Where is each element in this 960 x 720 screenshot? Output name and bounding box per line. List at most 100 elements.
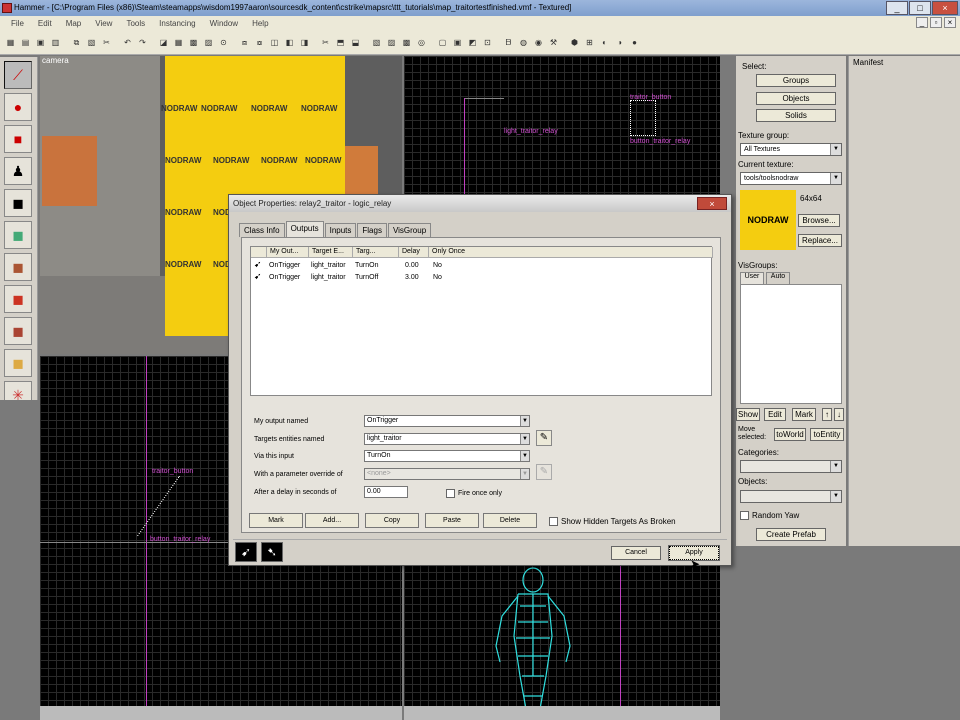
- replace-button[interactable]: Replace...: [798, 234, 842, 247]
- objects-select[interactable]: ▼: [740, 490, 842, 503]
- tab-class-info[interactable]: Class Info: [239, 223, 285, 237]
- menu-window[interactable]: Window: [203, 19, 245, 28]
- select-solids-button[interactable]: Solids: [756, 109, 836, 122]
- toolbar-hatch2-icon[interactable]: ▨: [385, 36, 398, 50]
- mark-button[interactable]: Mark: [249, 513, 303, 528]
- block-tool-icon[interactable]: ◼: [4, 189, 32, 217]
- camera-viewport-label[interactable]: camera: [42, 56, 69, 65]
- col-target-entity[interactable]: Target E...: [309, 247, 353, 258]
- parameter-select[interactable]: <none> ▼: [364, 468, 530, 480]
- group-icon[interactable]: ⧈: [238, 36, 251, 50]
- toolbar-select-icon[interactable]: ▣: [451, 36, 464, 50]
- select-groups-button[interactable]: Groups: [756, 74, 836, 87]
- col-target-input[interactable]: Targ...: [353, 247, 399, 258]
- copy-icon[interactable]: ⧉: [70, 36, 83, 50]
- add-button[interactable]: Add...: [305, 513, 359, 528]
- toolbar-circle-icon[interactable]: ◎: [415, 36, 428, 50]
- paste-icon[interactable]: ▧: [85, 36, 98, 50]
- toolbar-vm-icon[interactable]: ◑: [613, 36, 626, 50]
- toggle-groups-icon[interactable]: ◨: [298, 36, 311, 50]
- menu-view[interactable]: View: [88, 19, 119, 28]
- toolbar-hatch3-icon[interactable]: ▩: [400, 36, 413, 50]
- visgroups-tab-auto[interactable]: Auto: [766, 272, 790, 284]
- toolbar-run-icon[interactable]: ●: [628, 36, 641, 50]
- dialog-title-bar[interactable]: Object Properties: relay2_traitor - logi…: [229, 195, 731, 212]
- ungroup-icon[interactable]: ⧇: [253, 36, 266, 50]
- to-entity-button[interactable]: toEntity: [810, 428, 844, 441]
- toolbar-cube-icon[interactable]: ⬢: [568, 36, 581, 50]
- toolbar-entity-icon[interactable]: ◉: [532, 36, 545, 50]
- toolbar-world-icon[interactable]: ◍: [517, 36, 530, 50]
- my-output-select[interactable]: OnTrigger ▼: [364, 415, 530, 427]
- menu-map[interactable]: Map: [59, 19, 89, 28]
- tab-visgroup[interactable]: VisGroup: [387, 223, 432, 237]
- close-button[interactable]: ×: [932, 1, 958, 15]
- selection-tool-icon[interactable]: ⟋: [4, 61, 32, 89]
- table-row[interactable]: ➹ OnTrigger light_traitor TurnOff 3.00 N…: [251, 272, 711, 283]
- mdi-restore-button[interactable]: ▫: [930, 17, 942, 28]
- texture-tool-icon[interactable]: ◼: [4, 221, 32, 249]
- run-map-icon[interactable]: ▥: [49, 36, 62, 50]
- col-only-once[interactable]: Only Once: [429, 247, 713, 258]
- input-arrow-icon[interactable]: ➷: [261, 542, 283, 562]
- visgroups-list[interactable]: [740, 284, 842, 404]
- create-prefab-button[interactable]: Create Prefab: [756, 528, 826, 541]
- open-map-icon[interactable]: ▤: [19, 36, 32, 50]
- current-texture-select[interactable]: tools/toolsnodraw ▼: [740, 172, 842, 185]
- show-hidden-checkbox[interactable]: [549, 517, 558, 526]
- visgroup-show-button[interactable]: Show: [736, 408, 760, 421]
- cancel-button[interactable]: Cancel: [611, 546, 661, 560]
- output-arrow-icon[interactable]: ➹: [235, 542, 257, 562]
- entity-tool-icon[interactable]: ♟: [4, 157, 32, 185]
- grid-larger-icon[interactable]: ▨: [202, 36, 215, 50]
- new-map-icon[interactable]: ▦: [4, 36, 17, 50]
- visgroup-down-button[interactable]: ↓: [834, 408, 844, 421]
- toolbar-box-icon[interactable]: ▢: [436, 36, 449, 50]
- maximize-button[interactable]: □: [909, 1, 931, 15]
- random-yaw-checkbox[interactable]: [740, 511, 749, 520]
- col-delay[interactable]: Delay: [399, 247, 429, 258]
- texture-preview[interactable]: NODRAW: [740, 190, 796, 250]
- carve-icon[interactable]: ◪: [157, 36, 170, 50]
- toolbar-lock-icon[interactable]: ⊡: [481, 36, 494, 50]
- hide-icon[interactable]: ◫: [268, 36, 281, 50]
- snap-icon[interactable]: ⊙: [217, 36, 230, 50]
- cut-selection-icon[interactable]: ✂: [319, 36, 332, 50]
- brush-icon[interactable]: ⬒: [334, 36, 347, 50]
- tab-flags[interactable]: Flags: [357, 223, 387, 237]
- col-my-output[interactable]: My Out...: [267, 247, 309, 258]
- overlay-tool-icon[interactable]: ◼: [4, 317, 32, 345]
- browse-button[interactable]: Browse...: [798, 214, 840, 227]
- grid-icon[interactable]: ▦: [172, 36, 185, 50]
- visgroups-tab-user[interactable]: User: [740, 272, 764, 284]
- outputs-table[interactable]: My Out... Target E... Targ... Delay Only…: [250, 246, 713, 396]
- visgroup-edit-button[interactable]: Edit: [764, 408, 786, 421]
- toolbar-b-icon[interactable]: ᗷ: [502, 36, 515, 50]
- table-row[interactable]: ➹ OnTrigger light_traitor TurnOn 0.00 No: [251, 260, 711, 271]
- grid-smaller-icon[interactable]: ▩: [187, 36, 200, 50]
- fire-once-checkbox[interactable]: [446, 489, 455, 498]
- parameter-eyedropper-icon[interactable]: ✎: [536, 464, 552, 480]
- tab-inputs[interactable]: Inputs: [324, 223, 357, 237]
- toolbar-cordon-icon[interactable]: ⊞: [583, 36, 596, 50]
- copy-button[interactable]: Copy: [365, 513, 419, 528]
- undo-icon[interactable]: ↶: [121, 36, 134, 50]
- unhide-icon[interactable]: ◧: [283, 36, 296, 50]
- minimize-button[interactable]: _: [886, 1, 908, 15]
- via-input-select[interactable]: TurnOn ▼: [364, 450, 530, 462]
- menu-help[interactable]: Help: [245, 19, 275, 28]
- menu-tools[interactable]: Tools: [119, 19, 152, 28]
- menu-instancing[interactable]: Instancing: [152, 19, 202, 28]
- toolbar-face-icon[interactable]: ◩: [466, 36, 479, 50]
- camera-tool-icon[interactable]: ■: [4, 125, 32, 153]
- mdi-close-button[interactable]: ×: [944, 17, 956, 28]
- eyedropper-icon[interactable]: ✎: [536, 430, 552, 446]
- texture-lock-icon[interactable]: ⬓: [349, 36, 362, 50]
- delay-input[interactable]: 0.00: [364, 486, 408, 498]
- save-map-icon[interactable]: ▣: [34, 36, 47, 50]
- apply-texture-icon[interactable]: ◼: [4, 253, 32, 281]
- mdi-minimize-button[interactable]: _: [916, 17, 928, 28]
- visgroup-mark-button[interactable]: Mark: [792, 408, 816, 421]
- targets-select[interactable]: light_traitor ▼: [364, 433, 530, 445]
- cut-icon[interactable]: ✂: [100, 36, 113, 50]
